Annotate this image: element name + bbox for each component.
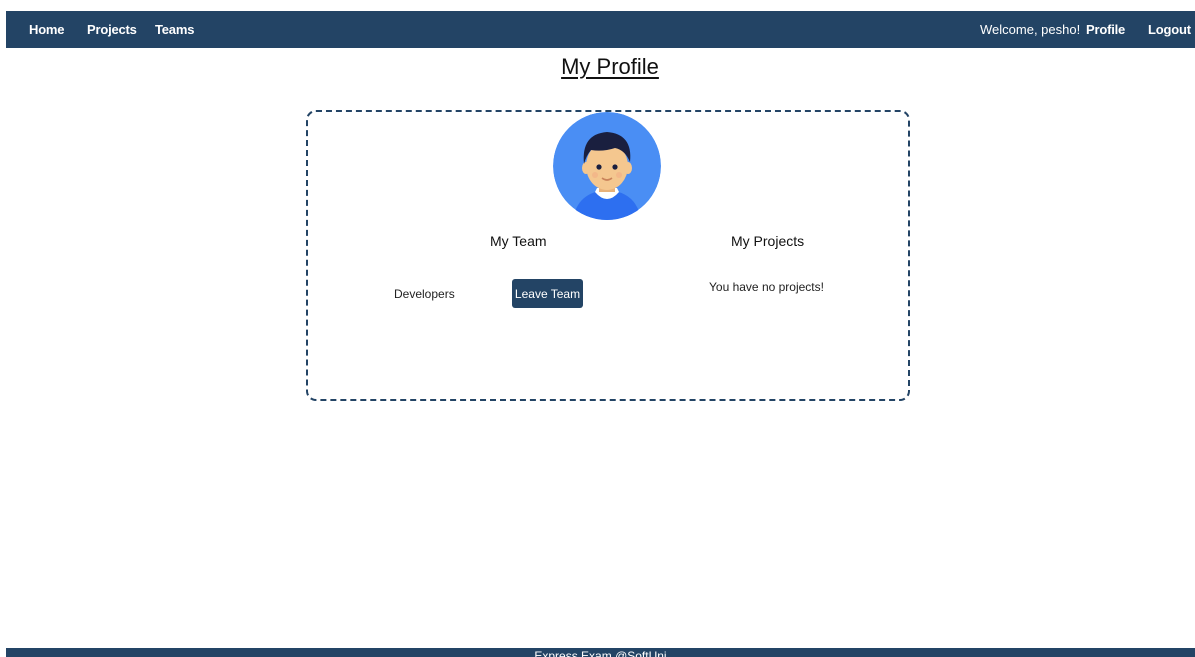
- top-navbar: Home Projects Teams Welcome, pesho! Prof…: [6, 11, 1195, 48]
- user-avatar-icon: [553, 112, 661, 220]
- nav-profile-link[interactable]: Profile: [1086, 11, 1125, 48]
- footer: Express Exam @SoftUni: [6, 648, 1195, 657]
- welcome-message: Welcome, pesho!: [980, 22, 1081, 37]
- nav-logout-link[interactable]: Logout: [1148, 11, 1191, 48]
- nav-projects-link[interactable]: Projects: [87, 11, 137, 48]
- nav-home-link[interactable]: Home: [29, 11, 65, 48]
- no-projects-message: You have no projects!: [709, 280, 824, 294]
- app-window: Home Projects Teams Welcome, pesho! Prof…: [6, 11, 1195, 657]
- nav-teams-link[interactable]: Teams: [155, 11, 194, 48]
- page-title: My Profile: [561, 54, 659, 79]
- my-team-heading: My Team: [490, 233, 547, 249]
- my-projects-heading: My Projects: [731, 233, 805, 249]
- leave-team-button[interactable]: Leave Team: [512, 279, 583, 308]
- team-name: Developers: [394, 287, 455, 301]
